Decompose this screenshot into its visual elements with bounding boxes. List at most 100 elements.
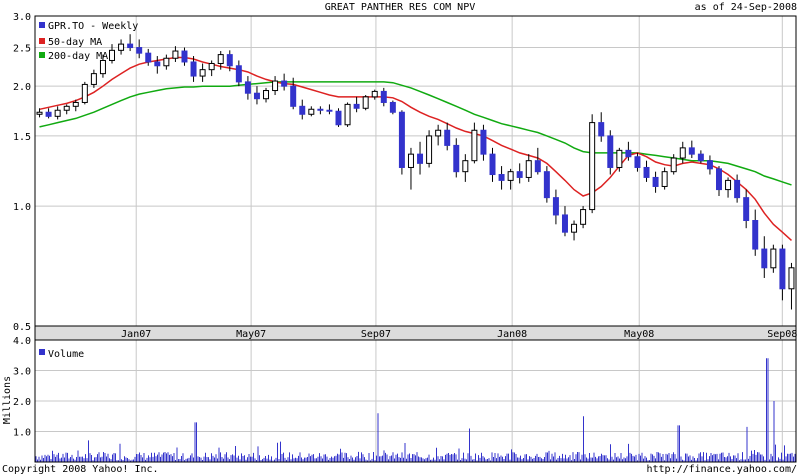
candle-body — [199, 69, 206, 77]
candle-body — [308, 108, 315, 115]
chart-title: GREAT PANTHER RES COM NPV — [325, 2, 476, 13]
candle — [543, 166, 550, 203]
candle-body — [426, 135, 433, 164]
candle-body — [752, 220, 759, 250]
candle-body — [344, 103, 351, 126]
price-y-tick-label: 2.5 — [13, 44, 31, 55]
legend-swatch-volume — [39, 349, 45, 355]
candle-body — [208, 62, 215, 71]
legend-label-volume: Volume — [48, 349, 84, 360]
price-y-tick-label: 0.5 — [13, 322, 31, 333]
source-url: http://finance.yahoo.com/ — [646, 464, 797, 475]
volume-y-axis: 4.0 3.0 2.0 1.0 — [13, 336, 31, 439]
candle-body — [580, 209, 587, 225]
candle-body — [670, 157, 677, 173]
candle-body — [679, 147, 686, 159]
candle-body — [81, 83, 88, 103]
candle-body — [72, 101, 79, 107]
candle-body — [743, 197, 750, 222]
candle-body — [398, 111, 405, 168]
candle-body — [634, 156, 641, 168]
candle-body — [127, 43, 134, 49]
candle-body — [63, 105, 70, 111]
price-y-tick-label: 3.0 — [13, 12, 31, 23]
candle-body — [480, 129, 487, 155]
candle-body — [688, 147, 695, 155]
candle-body — [643, 166, 650, 178]
candle-body — [697, 153, 704, 162]
candle-body — [263, 90, 270, 100]
candle-body — [453, 144, 460, 173]
candle-body — [462, 160, 469, 173]
price-y-tick-label: 2.0 — [13, 82, 31, 93]
candle — [362, 95, 369, 111]
x-tick-label: Jan07 — [121, 329, 151, 340]
candle — [426, 130, 433, 168]
candle-body — [380, 90, 387, 103]
candle-body — [552, 197, 559, 216]
candle-body — [371, 90, 378, 98]
candle-body — [335, 110, 342, 126]
legend-swatch-ma50 — [39, 38, 45, 44]
candle-body — [326, 109, 333, 112]
candle — [607, 130, 614, 175]
candle — [589, 114, 596, 214]
candle-body — [172, 50, 179, 59]
legend-swatch-ma200 — [39, 52, 45, 58]
candle-body — [281, 80, 288, 87]
candle-body — [543, 171, 550, 199]
candle-body — [598, 122, 605, 137]
candle-body — [190, 61, 197, 77]
candle-body — [571, 223, 578, 233]
candle-body — [290, 85, 297, 107]
price-y-axis: 3.0 2.5 2.0 1.5 1.0 0.5 — [13, 12, 31, 333]
candle-body — [181, 50, 188, 63]
stock-chart: GREAT PANTHER RES COM NPV as of 24-Sep-2… — [2, 2, 797, 475]
candle-body — [444, 129, 451, 146]
candle-body — [507, 171, 514, 181]
legend-label-ma50: 50-day MA — [48, 37, 102, 48]
candle-body — [226, 54, 233, 67]
candle-body — [471, 129, 478, 162]
candle-body — [163, 57, 170, 67]
candle-body — [761, 248, 768, 269]
x-tick-label: May08 — [624, 329, 654, 340]
candle-body — [561, 214, 568, 233]
candle-body — [90, 73, 97, 85]
candle-body — [136, 47, 143, 54]
candle — [335, 108, 342, 127]
candle-body — [54, 109, 61, 117]
as-of-date: as of 24-Sep-2008 — [695, 2, 797, 13]
candle-body — [516, 171, 523, 178]
volume-y-tick-label: 1.0 — [13, 428, 31, 439]
candle-body — [389, 101, 396, 113]
x-tick-label: Jan08 — [497, 329, 527, 340]
candle-body — [589, 122, 596, 211]
candle-body — [489, 153, 496, 176]
candle — [344, 102, 351, 127]
candle-body — [770, 248, 777, 269]
candle — [81, 81, 88, 105]
volume-y-tick-label: 2.0 — [13, 397, 31, 408]
price-y-tick-label: 1.5 — [13, 132, 31, 143]
copyright: Copyright 2008 Yahoo! Inc. — [2, 464, 159, 475]
candle-body — [534, 160, 541, 173]
volume-axis-label: Millions — [2, 376, 13, 424]
candle-body — [725, 179, 732, 191]
candle-body — [652, 176, 659, 187]
candle-body — [45, 111, 52, 117]
candle-body — [661, 171, 668, 187]
x-tick-label: Sep08 — [767, 329, 797, 340]
candle-body — [734, 179, 741, 199]
candle-body — [435, 129, 442, 137]
candle-body — [779, 248, 786, 290]
candle-body — [244, 81, 251, 94]
price-y-tick-label: 1.0 — [13, 202, 31, 213]
candle-body — [109, 49, 115, 61]
candle-body — [154, 61, 161, 67]
candle-body — [253, 92, 260, 100]
candle-body — [353, 103, 360, 109]
candle — [398, 110, 405, 175]
candle-body — [607, 135, 614, 168]
candle-body — [217, 54, 224, 64]
